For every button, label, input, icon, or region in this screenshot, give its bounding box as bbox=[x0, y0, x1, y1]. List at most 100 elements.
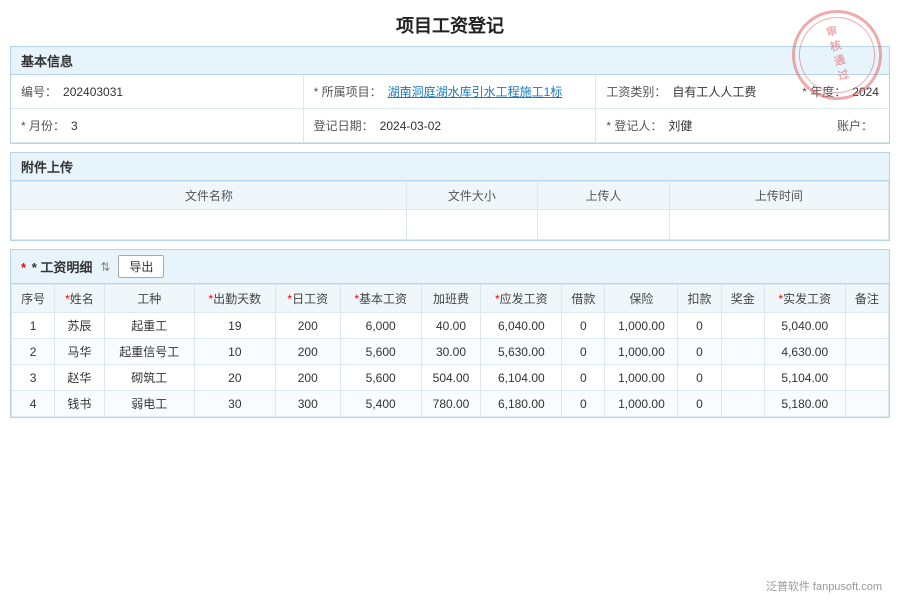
cell-r0-c2: 起重工 bbox=[104, 313, 194, 339]
cell-r2-c5: 5,600 bbox=[340, 365, 421, 391]
cell-r3-c11 bbox=[721, 391, 764, 417]
gongzileibie-cell: 工资类别： 自有工人人工费 * 年度： 2024 bbox=[596, 75, 889, 109]
cell-r3-c0: 4 bbox=[12, 391, 55, 417]
cell-r1-c9: 1,000.00 bbox=[605, 339, 678, 365]
cell-r2-c12: 5,104.00 bbox=[764, 365, 845, 391]
cell-r1-c5: 5,600 bbox=[340, 339, 421, 365]
salary-col-1: *姓名 bbox=[55, 285, 104, 313]
cell-r0-c10: 0 bbox=[678, 313, 721, 339]
dengjidate-value: 2024-03-02 bbox=[380, 119, 441, 133]
dengjiren-cell: * 登记人： 刘健 账户： bbox=[596, 109, 889, 143]
niandu-value: 2024 bbox=[852, 85, 879, 99]
salary-col-12: *实发工资 bbox=[764, 285, 845, 313]
cell-r2-c4: 200 bbox=[275, 365, 340, 391]
salary-col-8: 借款 bbox=[562, 285, 605, 313]
dengjiren-label: * 登记人： bbox=[606, 117, 662, 134]
table-row: 2马华起重信号工102005,60030.005,630.0001,000.00… bbox=[12, 339, 889, 365]
cell-r2-c7: 6,104.00 bbox=[481, 365, 562, 391]
salary-col-6: 加班费 bbox=[421, 285, 481, 313]
cell-r0-c11 bbox=[721, 313, 764, 339]
attachment-section: 附件上传 文件名称 文件大小 上传人 上传时间 bbox=[10, 152, 890, 241]
cell-r1-c13 bbox=[845, 339, 888, 365]
cell-r0-c1: 苏辰 bbox=[55, 313, 104, 339]
cell-r2-c9: 1,000.00 bbox=[605, 365, 678, 391]
cell-r0-c8: 0 bbox=[562, 313, 605, 339]
salary-col-0: 序号 bbox=[12, 285, 55, 313]
cell-r1-c3: 10 bbox=[194, 339, 275, 365]
cell-r3-c13 bbox=[845, 391, 888, 417]
cell-r1-c12: 4,630.00 bbox=[764, 339, 845, 365]
dengjiren-value: 刘健 bbox=[668, 117, 692, 134]
salary-col-13: 备注 bbox=[845, 285, 888, 313]
yuefen-cell: * 月份： 3 bbox=[11, 109, 304, 143]
table-row: 4钱书弱电工303005,400780.006,180.0001,000.000… bbox=[12, 391, 889, 417]
bianhao-value: 202403031 bbox=[63, 85, 123, 99]
cell-r3-c5: 5,400 bbox=[340, 391, 421, 417]
cell-r2-c1: 赵华 bbox=[55, 365, 104, 391]
cell-r2-c10: 0 bbox=[678, 365, 721, 391]
cell-r1-c1: 马华 bbox=[55, 339, 104, 365]
yuefen-value: 3 bbox=[71, 119, 78, 133]
cell-r2-c3: 20 bbox=[194, 365, 275, 391]
cell-r3-c4: 300 bbox=[275, 391, 340, 417]
suoshu-label: * 所属项目： bbox=[314, 83, 382, 100]
salary-table: 序号*姓名工种*出勤天数*日工资*基本工资加班费*应发工资借款保险扣款奖金*实发… bbox=[11, 284, 889, 417]
cell-r0-c4: 200 bbox=[275, 313, 340, 339]
cell-r1-c0: 2 bbox=[12, 339, 55, 365]
attachment-table: 文件名称 文件大小 上传人 上传时间 bbox=[11, 181, 889, 240]
cell-r0-c12: 5,040.00 bbox=[764, 313, 845, 339]
cell-r3-c10: 0 bbox=[678, 391, 721, 417]
basic-info-section: 基本信息 编号： 202403031 * 所属项目： 湖南洞庭湖水库引水工程施工… bbox=[10, 46, 890, 144]
table-row: 3赵华砌筑工202005,600504.006,104.0001,000.000… bbox=[12, 365, 889, 391]
basic-info-header: 基本信息 bbox=[11, 47, 889, 75]
cell-r3-c1: 钱书 bbox=[55, 391, 104, 417]
attach-empty-row bbox=[12, 210, 889, 240]
cell-r3-c2: 弱电工 bbox=[104, 391, 194, 417]
branding: 泛普软件 fanpusoft.com bbox=[766, 578, 882, 594]
cell-r1-c11 bbox=[721, 339, 764, 365]
salary-col-10: 扣款 bbox=[678, 285, 721, 313]
suoshu-value[interactable]: 湖南洞庭湖水库引水工程施工1标 bbox=[388, 83, 563, 100]
attach-col-time: 上传时间 bbox=[669, 182, 888, 210]
cell-r3-c9: 1,000.00 bbox=[605, 391, 678, 417]
suoshu-cell: * 所属项目： 湖南洞庭湖水库引水工程施工1标 bbox=[304, 75, 597, 109]
cell-r0-c3: 19 bbox=[194, 313, 275, 339]
salary-col-2: 工种 bbox=[104, 285, 194, 313]
attach-col-uploader: 上传人 bbox=[538, 182, 670, 210]
attach-col-name: 文件名称 bbox=[12, 182, 407, 210]
cell-r3-c12: 5,180.00 bbox=[764, 391, 845, 417]
yuefen-label: * 月份： bbox=[21, 117, 65, 134]
cell-r0-c6: 40.00 bbox=[421, 313, 481, 339]
gongzileibie-value: 自有工人人工费 bbox=[672, 83, 756, 100]
cell-r2-c11 bbox=[721, 365, 764, 391]
cell-r3-c6: 780.00 bbox=[421, 391, 481, 417]
basic-info-grid: 编号： 202403031 * 所属项目： 湖南洞庭湖水库引水工程施工1标 工资… bbox=[11, 75, 889, 143]
dengjidate-label: 登记日期： bbox=[314, 117, 374, 134]
cell-r0-c5: 6,000 bbox=[340, 313, 421, 339]
dengjidate-cell: 登记日期： 2024-03-02 bbox=[304, 109, 597, 143]
gongzileibie-label: 工资类别： bbox=[606, 83, 666, 100]
salary-col-11: 奖金 bbox=[721, 285, 764, 313]
cell-r2-c2: 砌筑工 bbox=[104, 365, 194, 391]
cell-r3-c3: 30 bbox=[194, 391, 275, 417]
salary-section: * * 工资明细 ⇅ 导出 序号*姓名工种*出勤天数*日工资*基本工资加班费*应… bbox=[10, 249, 890, 418]
cell-r1-c7: 5,630.00 bbox=[481, 339, 562, 365]
cell-r3-c8: 0 bbox=[562, 391, 605, 417]
salary-col-3: *出勤天数 bbox=[194, 285, 275, 313]
cell-r2-c8: 0 bbox=[562, 365, 605, 391]
export-button[interactable]: 导出 bbox=[118, 255, 164, 278]
salary-col-4: *日工资 bbox=[275, 285, 340, 313]
cell-r1-c4: 200 bbox=[275, 339, 340, 365]
bianhao-cell: 编号： 202403031 bbox=[11, 75, 304, 109]
cell-r1-c10: 0 bbox=[678, 339, 721, 365]
salary-col-9: 保险 bbox=[605, 285, 678, 313]
cell-r1-c2: 起重信号工 bbox=[104, 339, 194, 365]
page-title: 项目工资登记 bbox=[0, 0, 900, 46]
bianhao-label: 编号： bbox=[21, 83, 57, 100]
cell-r0-c0: 1 bbox=[12, 313, 55, 339]
cell-r0-c7: 6,040.00 bbox=[481, 313, 562, 339]
attachment-header: 附件上传 bbox=[11, 153, 889, 181]
salary-table-wrap[interactable]: 序号*姓名工种*出勤天数*日工资*基本工资加班费*应发工资借款保险扣款奖金*实发… bbox=[11, 284, 889, 417]
cell-r3-c7: 6,180.00 bbox=[481, 391, 562, 417]
attach-col-size: 文件大小 bbox=[406, 182, 538, 210]
